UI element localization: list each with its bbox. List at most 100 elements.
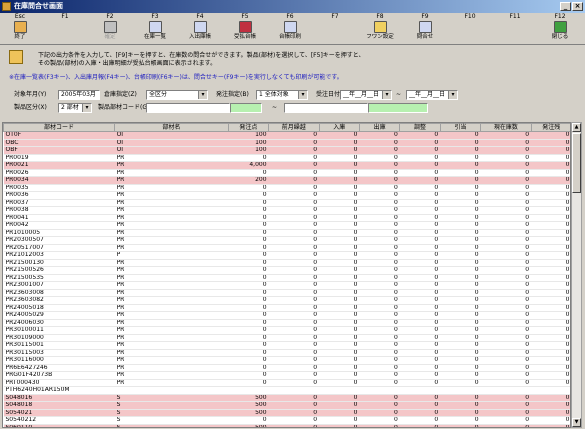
table-row[interactable]: PR0037 PR 0 0 0 0 0 0 0 0 (3, 199, 570, 207)
table-row[interactable]: PRT000430 PR 0 0 0 0 0 0 0 0 (3, 379, 570, 387)
fkey-f11[interactable]: F11 (497, 13, 533, 45)
order-select[interactable]: 1 全体対象 (256, 90, 308, 100)
date-to-input[interactable]: __年__月__日 (406, 90, 458, 100)
table-row[interactable]: PR0038 PR 0 0 0 0 0 0 0 0 (3, 206, 570, 215)
table-row[interactable]: PR24005018 PR 0 0 0 0 0 0 0 0 (3, 304, 570, 312)
table-row[interactable]: S048016 S 500 0 0 0 0 0 0 0 (3, 394, 570, 402)
table-row[interactable]: S060110 S 500 0 0 0 0 0 0 0 (3, 424, 570, 427)
cell-value: 0 (440, 266, 481, 275)
cell-value: 0 (359, 251, 400, 260)
fkey-f8[interactable]: F8 フワン設定 (362, 13, 398, 45)
column-header[interactable]: 現在庫数 (480, 123, 532, 132)
fkey-code: F4 (196, 13, 204, 20)
column-header[interactable]: 部材コード (3, 123, 116, 132)
table-row[interactable]: PR23603082 PR 0 0 0 0 0 0 0 0 (3, 296, 570, 305)
table-row[interactable]: PR24005029 PR 0 0 0 0 0 0 0 0 (3, 311, 570, 320)
cell-value: 0 (319, 289, 360, 297)
fkey-f12[interactable]: F12 閉じる (542, 13, 578, 45)
vertical-scrollbar[interactable]: ▲ ▼ (571, 122, 582, 428)
column-header[interactable]: 調整 (399, 123, 441, 132)
table-row[interactable]: PRG01F42073B PR 0 0 0 0 0 0 0 0 (3, 371, 570, 380)
table-row[interactable]: PR0036 PR 0 0 0 0 0 0 0 0 (3, 191, 570, 200)
table-row[interactable]: PR21500130 PR 0 0 0 0 0 0 0 0 (3, 259, 570, 267)
cell-value: 0 (228, 281, 269, 290)
scroll-thumb[interactable] (572, 133, 581, 193)
scroll-up-button[interactable]: ▲ (572, 123, 581, 132)
fkey-f9[interactable]: F9 問合せ (407, 13, 443, 45)
table-row[interactable]: PR30109000 PR 0 0 0 0 0 0 0 0 (3, 334, 570, 342)
table-row[interactable]: PR30116000 PR 0 0 0 0 0 0 0 0 (3, 356, 570, 365)
table-row[interactable]: PR0034 PR 200 0 0 0 0 0 0 0 (3, 176, 570, 185)
code-from-input[interactable] (146, 103, 230, 113)
table-row[interactable]: PR20517007 PR 0 0 0 0 0 0 0 0 (3, 244, 570, 252)
table-row[interactable]: PR21500526 PR 0 0 0 0 0 0 0 0 (3, 266, 570, 275)
fkey-f5[interactable]: F5 受払台帳 (227, 13, 263, 45)
column-header[interactable]: 前月繰越 (268, 123, 320, 132)
warehouse-select[interactable]: 全区分 (146, 90, 208, 100)
table-row[interactable]: PR30115003 PR 0 0 0 0 0 0 0 0 (3, 349, 570, 357)
column-header[interactable]: 発注点 (227, 123, 270, 132)
column-header[interactable]: 入庫 (318, 123, 360, 132)
table-row[interactable]: PTH6240H01AR150M (3, 386, 570, 395)
table-row[interactable]: PR0042 PR 0 0 0 0 0 0 0 0 (3, 221, 570, 230)
minimize-button[interactable]: _ (560, 2, 571, 11)
table-row[interactable]: PR23603008 PR 0 0 0 0 0 0 0 0 (3, 289, 570, 297)
cell-value: 0 (440, 176, 481, 185)
cell-value: 0 (480, 416, 532, 425)
table-row[interactable]: PR20300507 PR 0 0 0 0 0 0 0 0 (3, 236, 570, 245)
column-header[interactable]: 発注残 (530, 123, 570, 132)
column-header[interactable]: 出庫 (358, 123, 401, 132)
table-row[interactable]: PR1010005 PR 0 0 0 0 0 0 0 0 (3, 229, 570, 237)
table-row[interactable]: PR30115001 PR 0 0 0 0 0 0 0 0 (3, 341, 570, 350)
cell-value: 0 (399, 289, 441, 297)
table-row[interactable]: S0540212 S 0 0 0 0 0 0 0 0 (3, 416, 570, 425)
cell-value: 0 (531, 379, 570, 387)
table-row[interactable]: OBC OI 100 0 0 0 0 0 0 0 (3, 139, 570, 147)
inventory-table[interactable]: 部材コード 部材名 発注点 前月繰越 入庫 出庫 調整 引当 現在庫数 発注残 OT0F OI 100… (2, 122, 571, 428)
table-row[interactable]: OBF OI 100 0 0 0 0 0 0 0 (3, 146, 570, 155)
fkey-f3[interactable]: F3 在庫一覧 (137, 13, 173, 45)
category-select[interactable]: 2 部材 (58, 103, 92, 113)
column-header[interactable]: 部材名 (114, 123, 229, 132)
table-row[interactable]: S048018 S 500 0 0 0 0 0 0 0 (3, 401, 570, 410)
table-row[interactable]: PR21500535 PR 0 0 0 0 0 0 0 0 (3, 274, 570, 282)
fkey-code: F6 (286, 13, 294, 20)
fkey-f4[interactable]: F4 入出庫帳 (182, 13, 218, 45)
cell-value: 0 (268, 304, 320, 312)
fkey-f2[interactable]: F2 確定 (92, 13, 128, 45)
table-row[interactable]: PR0021 PR 4,000 0 0 0 0 0 0 0 (3, 161, 570, 170)
column-header[interactable]: 引当 (439, 123, 482, 132)
cell-value: 0 (480, 274, 532, 282)
month-input[interactable]: 2005年03月 (58, 90, 100, 100)
fkey-f6[interactable]: F6 台帳印刷 (272, 13, 308, 45)
table-row[interactable]: PR0026 PR 0 0 0 0 0 0 0 0 (3, 169, 570, 177)
cell-value: 0 (531, 334, 570, 342)
cell-value: 0 (480, 214, 532, 222)
fkey-f1[interactable]: F1 (47, 13, 83, 45)
cell-name: S (114, 401, 229, 410)
table-row[interactable]: PR24006030 PR 0 0 0 0 0 0 0 0 (3, 319, 570, 327)
table-row[interactable]: PR6E6427246 PR 0 0 0 0 0 0 0 0 (3, 364, 570, 372)
scroll-down-button[interactable]: ▼ (572, 418, 581, 427)
cell-value: 0 (268, 289, 320, 297)
cell-value: 0 (268, 161, 320, 170)
cell-value: 500 (228, 424, 269, 427)
cell-code: PR21500130 (3, 259, 115, 267)
cell-value: 0 (440, 326, 481, 335)
code-to-input[interactable] (284, 103, 368, 113)
table-row[interactable]: PR0035 PR 0 0 0 0 0 0 0 0 (3, 184, 570, 192)
close-button[interactable]: × (572, 2, 583, 11)
table-row[interactable]: PR21012003 P 0 0 0 0 0 0 0 0 (3, 251, 570, 260)
table-row[interactable]: PR0041 PR 0 0 0 0 0 0 0 0 (3, 214, 570, 222)
table-row[interactable]: PR30100011 PR 0 0 0 0 0 0 0 0 (3, 326, 570, 335)
fkey-f10[interactable]: F10 (452, 13, 488, 45)
table-row[interactable]: PR0019 PR 0 0 0 0 0 0 0 0 (3, 154, 570, 162)
date-from-input[interactable]: __年__月__日 (340, 90, 392, 100)
table-row[interactable]: PR23001007 PR 0 0 0 0 0 0 0 0 (3, 281, 570, 290)
table-row[interactable]: OT0F OI 100 0 0 0 0 0 0 0 (3, 131, 570, 140)
cell-value: 0 (399, 274, 441, 282)
cell-value: 0 (399, 409, 441, 417)
table-row[interactable]: S054021 S 500 0 0 0 0 0 0 0 (3, 409, 570, 417)
fkey-esc[interactable]: Esc 終了 (2, 13, 38, 45)
fkey-f7[interactable]: F7 (317, 13, 353, 45)
